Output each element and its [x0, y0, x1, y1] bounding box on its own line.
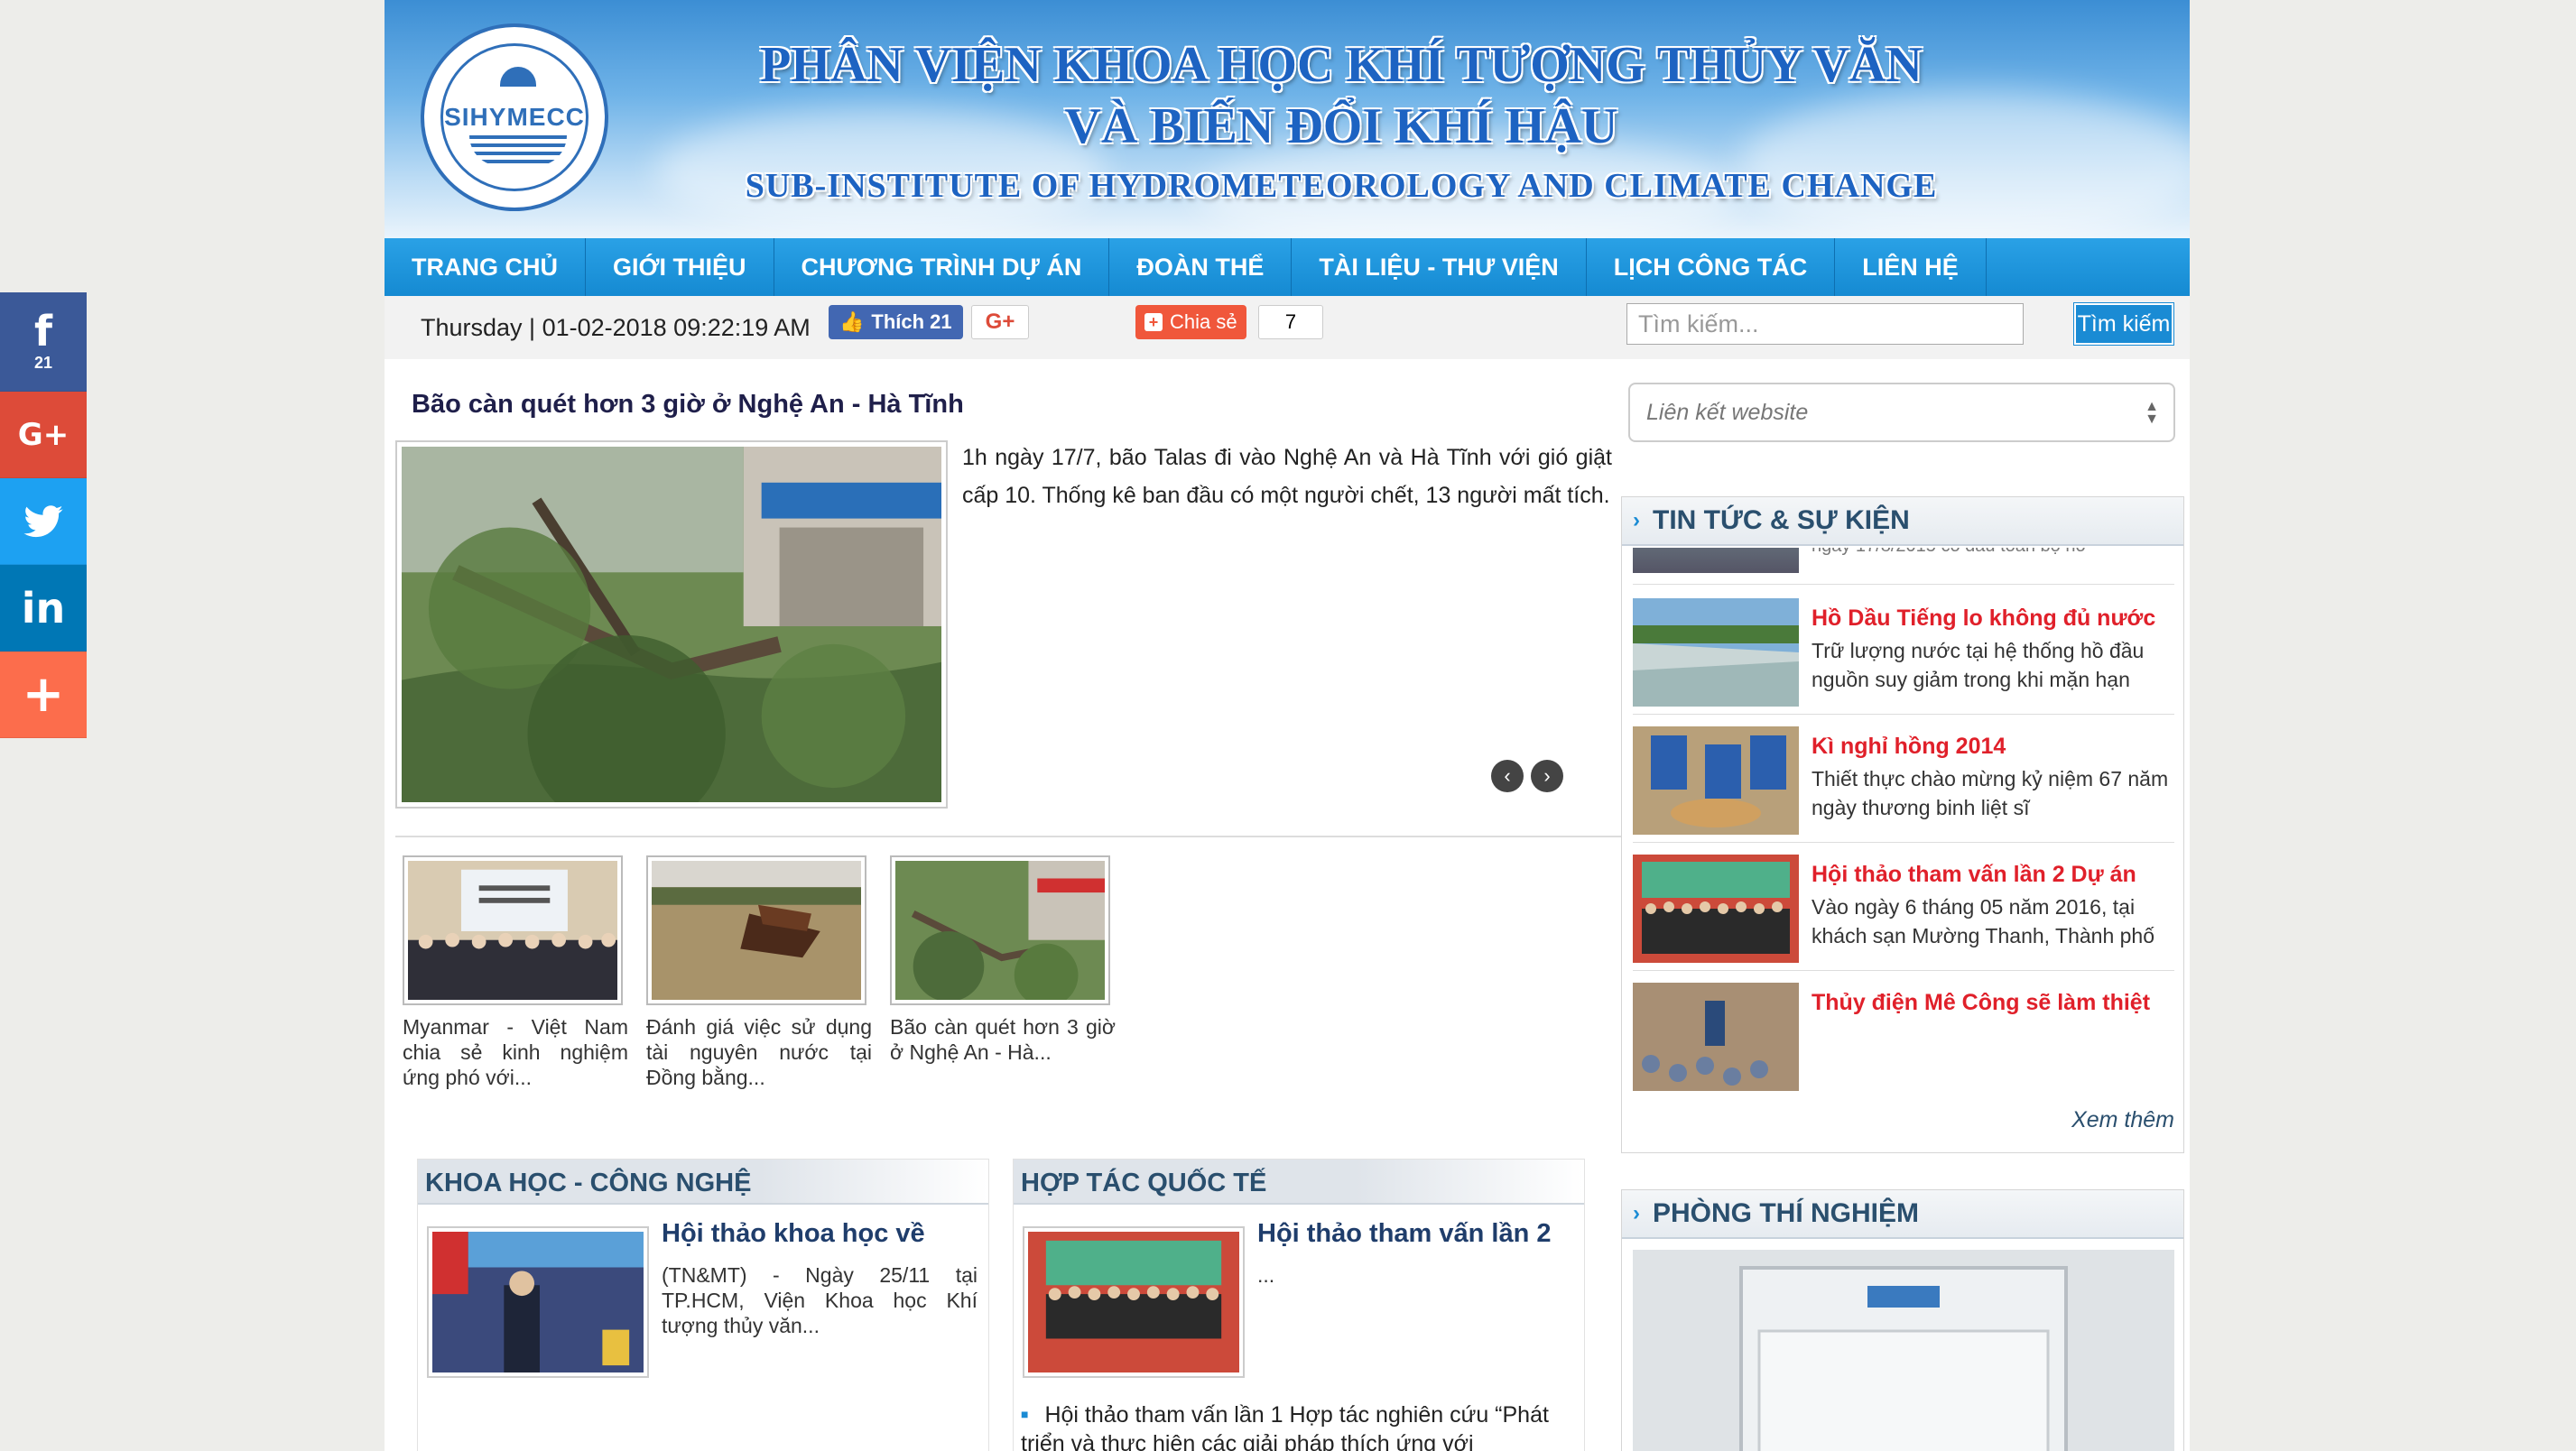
- section-article-title[interactable]: Hội thảo tham vấn lần 2: [1257, 1219, 1552, 1249]
- section-header: HỢP TÁC QUỐC TẾ: [1014, 1160, 1584, 1205]
- more-share-button[interactable]: +: [0, 652, 87, 738]
- section-article-title[interactable]: Hội thảo khoa học về: [662, 1219, 925, 1249]
- section-image[interactable]: [427, 1226, 649, 1378]
- thumbnail-caption[interactable]: Bão càn quét hơn 3 giờ ở Nghệ An - Hà...: [890, 1014, 1116, 1065]
- thumbnail-caption[interactable]: Myanmar - Việt Nam chia sẻ kinh nghiệm ứ…: [403, 1014, 628, 1090]
- nav-library[interactable]: TÀI LIỆU - THƯ VIỆN: [1292, 238, 1587, 296]
- nav-about[interactable]: GIỚI THIỆU: [586, 238, 774, 296]
- thumbs-up-icon: 👍: [839, 310, 865, 333]
- thumbnail-image[interactable]: [646, 855, 866, 1005]
- news-item[interactable]: Hội thảo tham vấn lần 2 Dự án Vào ngày 6…: [1633, 855, 2174, 981]
- laboratory-box: › PHÒNG THÍ NGHIỆM: [1621, 1189, 2184, 1451]
- next-arrow-icon[interactable]: ›: [1531, 760, 1563, 792]
- facebook-share-count: 21: [33, 354, 53, 372]
- current-datetime: Thursday | 01-02-2018 09:22:19 AM: [421, 314, 811, 341]
- section-header: KHOA HỌC - CÔNG NGHỆ: [418, 1160, 988, 1205]
- nav-unions[interactable]: ĐOÀN THỂ: [1109, 238, 1293, 296]
- news-item-title[interactable]: Kì nghỉ hồng 2014: [1812, 734, 2006, 760]
- section-header-text[interactable]: KHOA HỌC - CÔNG NGHỆ: [425, 1169, 751, 1198]
- facebook-like-button[interactable]: 👍 Thích 21: [829, 305, 963, 339]
- share-count: 7: [1258, 305, 1323, 339]
- section-bullet-link[interactable]: Hội thảo tham vấn lần 1 Hợp tác nghiên c…: [1021, 1400, 1571, 1451]
- banner-title-line1: PHÂN VIỆN KHOA HỌC KHÍ TƯỢNG THỦY VĂN: [760, 37, 1923, 93]
- like-label: Thích 21: [871, 310, 952, 333]
- plus-icon: +: [1144, 313, 1163, 331]
- thumbnail-item[interactable]: Đánh giá việc sử dụng tài nguyên nước tạ…: [646, 855, 872, 1090]
- divider: [395, 836, 1625, 837]
- banner-title-line3: SUB-INSTITUTE OF HYDROMETEOROLOGY AND CL…: [745, 167, 1938, 205]
- news-events-box: › TIN TỨC & SỰ KIỆN ngày 17/8/2015 cổ đầ…: [1621, 496, 2184, 1153]
- nav-projects[interactable]: CHƯƠNG TRÌNH DỰ ÁN: [774, 238, 1110, 296]
- nav-contact[interactable]: LIÊN HỆ: [1835, 238, 1987, 296]
- nav-home[interactable]: TRANG CHỦ: [385, 238, 586, 296]
- chevron-right-icon: ›: [1633, 508, 1640, 532]
- share-button[interactable]: + Chia sẻ: [1135, 305, 1246, 339]
- news-item-text: ngày 17/8/2015 cổ đầu toàn bộ hồ: [1812, 548, 2173, 560]
- facebook-icon: f: [33, 307, 52, 356]
- thumbnail-item[interactable]: Myanmar - Việt Nam chia sẻ kinh nghiệm ứ…: [403, 855, 628, 1090]
- news-events-title[interactable]: TIN TỨC & SỰ KIỆN: [1653, 505, 1910, 536]
- select-arrows-icon: ▲ ▼: [2145, 399, 2159, 427]
- slider-arrows: ‹ ›: [1491, 760, 1563, 792]
- logo-text: SIHYMECC: [444, 103, 585, 131]
- news-item[interactable]: Thủy điện Mê Công sẽ làm thiệt: [1633, 983, 2174, 1109]
- main-nav: TRANG CHỦ GIỚI THIỆU CHƯƠNG TRÌNH DỰ ÁN …: [385, 238, 2190, 296]
- featured-summary: 1h ngày 17/7, bão Talas đi vào Nghệ An v…: [962, 445, 1612, 508]
- news-item-image[interactable]: [1633, 726, 1799, 835]
- prev-arrow-icon[interactable]: ‹: [1491, 760, 1524, 792]
- google-plus-button[interactable]: G+: [971, 305, 1029, 339]
- google-plus-share-button[interactable]: G+: [0, 392, 87, 478]
- news-item-text: Thiết thực chào mừng kỷ niệm 67 năm ngày…: [1812, 767, 2169, 819]
- google-plus-icon: G+: [17, 416, 69, 453]
- news-item-partial[interactable]: ngày 17/8/2015 cổ đầu toàn bộ hồ: [1633, 548, 2174, 575]
- chevron-right-icon: ›: [1633, 1201, 1640, 1225]
- site-logo[interactable]: SIHYMECC: [421, 23, 608, 211]
- twitter-icon: [23, 504, 63, 537]
- site-banner: SIHYMECC PHÂN VIỆN KHOA HỌC KHÍ TƯỢNG TH…: [385, 0, 2190, 238]
- news-item[interactable]: Hồ Dầu Tiếng lo không đủ nước Trữ lượng …: [1633, 598, 2174, 725]
- see-more-link[interactable]: Xem thêm: [2071, 1107, 2174, 1133]
- website-links-select[interactable]: Liên kết website ▲ ▼: [1628, 383, 2175, 442]
- featured-image[interactable]: [395, 440, 948, 833]
- search-input[interactable]: Tìm kiếm...: [1626, 303, 2024, 345]
- news-item-image[interactable]: [1633, 855, 1799, 963]
- section-image[interactable]: [1023, 1226, 1245, 1378]
- search-button[interactable]: Tìm kiếm: [2073, 302, 2174, 346]
- select-value: Liên kết website: [1646, 399, 1809, 425]
- share-label: Chia sẻ: [1170, 310, 1237, 333]
- news-item-text: Trữ lượng nước tại hệ thống hồ đầu nguồn…: [1812, 639, 2145, 691]
- thumbnail-caption[interactable]: Đánh giá việc sử dụng tài nguyên nước tạ…: [646, 1014, 872, 1090]
- news-item-title[interactable]: Hồ Dầu Tiếng lo không đủ nước: [1812, 605, 2155, 632]
- laboratory-header: › PHÒNG THÍ NGHIỆM: [1622, 1190, 2183, 1239]
- nav-schedule[interactable]: LỊCH CÔNG TÁC: [1587, 238, 1836, 296]
- info-bar: Thursday | 01-02-2018 09:22:19 AM 👍 Thíc…: [385, 296, 2190, 359]
- laboratory-image[interactable]: [1633, 1250, 2174, 1451]
- linkedin-icon: in: [21, 583, 66, 633]
- science-section: KHOA HỌC - CÔNG NGHỆ Hội thảo khoa học v…: [417, 1159, 989, 1451]
- section-header-text[interactable]: HỢP TÁC QUỐC TẾ: [1021, 1169, 1266, 1198]
- thumbnail-item[interactable]: Bão càn quét hơn 3 giờ ở Nghệ An - Hà...: [890, 855, 1116, 1065]
- social-share-bar: f 21 G+ in +: [0, 292, 87, 738]
- news-events-header: › TIN TỨC & SỰ KIỆN: [1622, 497, 2183, 546]
- news-item-title[interactable]: Hội thảo tham vấn lần 2 Dự án: [1812, 862, 2136, 888]
- news-item-text: Vào ngày 6 tháng 05 năm 2016, tại khách …: [1812, 895, 2154, 947]
- linkedin-share-button[interactable]: in: [0, 565, 87, 652]
- cooperation-section: HỢP TÁC QUỐC TẾ Hội thảo tham vấn lần 2 …: [1013, 1159, 1585, 1451]
- twitter-share-button[interactable]: [0, 478, 87, 565]
- more-share-icon: +: [22, 664, 65, 724]
- thumbnail-image[interactable]: [890, 855, 1110, 1007]
- thumbnail-image[interactable]: [403, 855, 623, 1005]
- news-item-image[interactable]: [1633, 983, 1799, 1091]
- section-article-summary: ...: [1257, 1263, 1275, 1287]
- section-article-summary: (TN&MT) - Ngày 25/11 tại TP.HCM, Viện Kh…: [662, 1263, 978, 1337]
- news-item-title[interactable]: Thủy điện Mê Công sẽ làm thiệt: [1812, 990, 2150, 1016]
- news-item-image[interactable]: [1633, 598, 1799, 707]
- news-item[interactable]: Kì nghỉ hồng 2014 Thiết thực chào mừng k…: [1633, 726, 2174, 853]
- page-container: SIHYMECC PHÂN VIỆN KHOA HỌC KHÍ TƯỢNG TH…: [385, 0, 2190, 1451]
- banner-title-line2: VÀ BIẾN ĐỔI KHÍ HẬU: [1064, 98, 1618, 154]
- facebook-share-button[interactable]: f 21: [0, 292, 87, 392]
- laboratory-title[interactable]: PHÒNG THÍ NGHIỆM: [1653, 1198, 1919, 1229]
- featured-title[interactable]: Bão càn quét hơn 3 giờ ở Nghệ An - Hà Tĩ…: [412, 390, 964, 420]
